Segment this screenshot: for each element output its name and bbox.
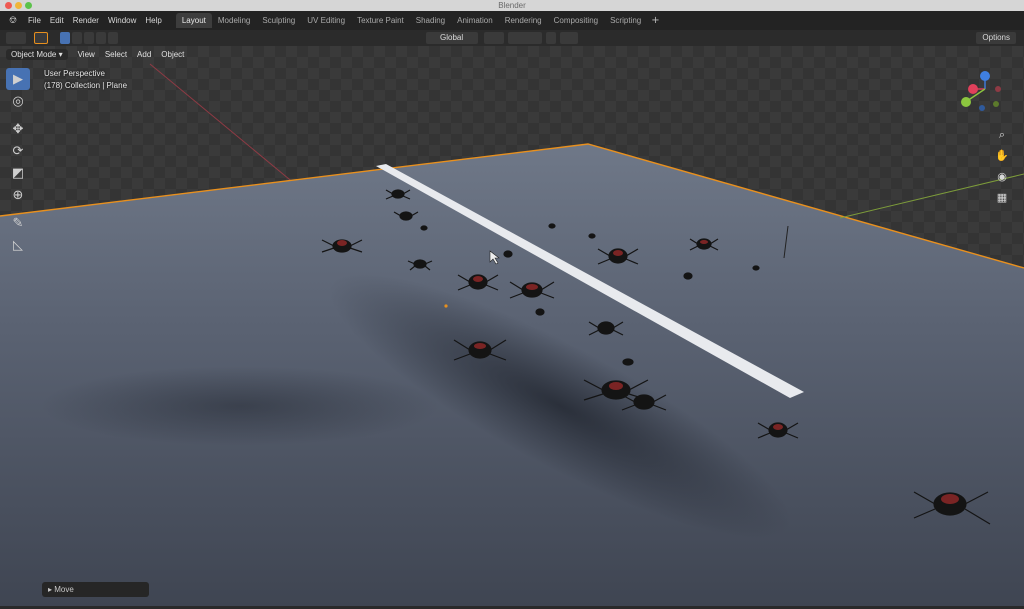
3d-viewport[interactable]: Object Mode ▾ View Select Add Object Use… bbox=[0, 46, 1024, 606]
grid-view-icon[interactable]: ▦ bbox=[992, 187, 1012, 208]
navigation-gizmo[interactable] bbox=[961, 71, 1001, 111]
snap-dropdown[interactable] bbox=[508, 32, 542, 44]
annotate-icon[interactable]: ✎ bbox=[6, 212, 30, 234]
spider[interactable] bbox=[420, 225, 428, 231]
proportional-edit-icon[interactable] bbox=[546, 32, 556, 44]
tool-header: Global Options bbox=[0, 30, 1024, 46]
top-bar: ⎊ File Edit Render Window Help Layout Mo… bbox=[0, 11, 1024, 30]
active-object-info: (178) Collection | Plane bbox=[44, 81, 128, 90]
window-title: Blender bbox=[498, 1, 526, 10]
move-icon[interactable]: ✥ bbox=[6, 118, 30, 140]
select-mode-invert-icon[interactable] bbox=[96, 32, 106, 44]
gizmo-z-axis[interactable] bbox=[980, 71, 990, 81]
pivot-point-dropdown[interactable] bbox=[484, 32, 504, 44]
spider[interactable] bbox=[683, 272, 693, 280]
gizmo-y-axis[interactable] bbox=[961, 97, 971, 107]
navigation-tools: ⌕ ✋ ◉ ▦ bbox=[992, 124, 1012, 208]
viewport-header: Object Mode ▾ View Select Add Object bbox=[6, 49, 184, 60]
camera-icon[interactable]: ◉ bbox=[992, 166, 1012, 187]
tab-animation[interactable]: Animation bbox=[451, 13, 499, 28]
active-tool-icon[interactable] bbox=[34, 32, 48, 44]
tab-sculpting[interactable]: Sculpting bbox=[256, 13, 301, 28]
tab-uv-editing[interactable]: UV Editing bbox=[301, 13, 351, 28]
select-mode-subtract-icon[interactable] bbox=[84, 32, 94, 44]
menu-window[interactable]: Window bbox=[108, 16, 136, 25]
menu-file[interactable]: File bbox=[28, 16, 41, 25]
viewport-info: User Perspective (178) Collection | Plan… bbox=[44, 68, 127, 92]
gizmo-x-axis[interactable] bbox=[968, 84, 978, 94]
viewport-menu-select[interactable]: Select bbox=[105, 50, 127, 59]
spider[interactable] bbox=[535, 308, 545, 316]
viewport-scene[interactable] bbox=[0, 46, 1024, 606]
object-mode-label: Object Mode bbox=[11, 50, 57, 59]
viewport-menu-object[interactable]: Object bbox=[161, 50, 184, 59]
editor-type-dropdown[interactable] bbox=[6, 32, 26, 44]
viewport-menu-add[interactable]: Add bbox=[137, 50, 151, 59]
transform-icon[interactable]: ⊕ bbox=[6, 184, 30, 206]
tab-shading[interactable]: Shading bbox=[410, 13, 451, 28]
spider[interactable] bbox=[588, 233, 596, 239]
last-operator-panel[interactable]: ▸ Move bbox=[42, 582, 149, 597]
tab-compositing[interactable]: Compositing bbox=[548, 13, 604, 28]
blender-logo-icon[interactable]: ⎊ bbox=[4, 15, 22, 26]
tab-layout[interactable]: Layout bbox=[175, 13, 212, 28]
tab-rendering[interactable]: Rendering bbox=[499, 13, 548, 28]
x-axis-line bbox=[149, 63, 296, 185]
cursor-icon[interactable]: ◎ bbox=[6, 90, 30, 112]
menu-help[interactable]: Help bbox=[145, 16, 161, 25]
orientation-label: Global bbox=[440, 33, 464, 42]
view-name: User Perspective bbox=[44, 69, 105, 78]
menu-render[interactable]: Render bbox=[73, 16, 99, 25]
scale-icon[interactable]: ◩ bbox=[6, 162, 30, 184]
spider[interactable] bbox=[622, 358, 634, 366]
select-mode-intersect-icon[interactable] bbox=[108, 32, 118, 44]
zoom-icon[interactable]: ⌕ bbox=[992, 124, 1012, 145]
rotate-icon[interactable]: ⟳ bbox=[6, 140, 30, 162]
origin-point bbox=[444, 304, 448, 308]
options-dropdown[interactable]: Options bbox=[976, 32, 1016, 44]
measure-icon[interactable]: ◺ bbox=[6, 234, 30, 256]
select-box-icon[interactable]: ▶ bbox=[6, 68, 30, 90]
floor-shadow-area bbox=[40, 366, 440, 446]
tab-modeling[interactable]: Modeling bbox=[212, 13, 256, 28]
viewport-menu-view[interactable]: View bbox=[78, 50, 95, 59]
menu-edit[interactable]: Edit bbox=[50, 16, 64, 25]
select-mode-extend-icon[interactable] bbox=[72, 32, 82, 44]
object-mode-dropdown[interactable]: Object Mode ▾ bbox=[6, 49, 68, 60]
pan-hand-icon[interactable]: ✋ bbox=[992, 145, 1012, 166]
last-operator-label: Move bbox=[54, 585, 74, 594]
tool-shelf: ▶ ◎ ✥ ⟳ ◩ ⊕ ✎ ◺ bbox=[6, 68, 32, 256]
spider[interactable] bbox=[503, 250, 513, 258]
transform-orientation-dropdown[interactable]: Global bbox=[426, 32, 478, 44]
spider[interactable] bbox=[752, 265, 760, 271]
select-mode-new-icon[interactable] bbox=[60, 32, 70, 44]
spider[interactable] bbox=[548, 223, 556, 229]
window-titlebar: Blender bbox=[0, 0, 1024, 11]
tab-texture-paint[interactable]: Texture Paint bbox=[351, 13, 410, 28]
tab-scripting[interactable]: Scripting bbox=[604, 13, 647, 28]
proportional-falloff-dropdown[interactable] bbox=[560, 32, 578, 44]
plus-icon[interactable]: + bbox=[651, 15, 659, 26]
